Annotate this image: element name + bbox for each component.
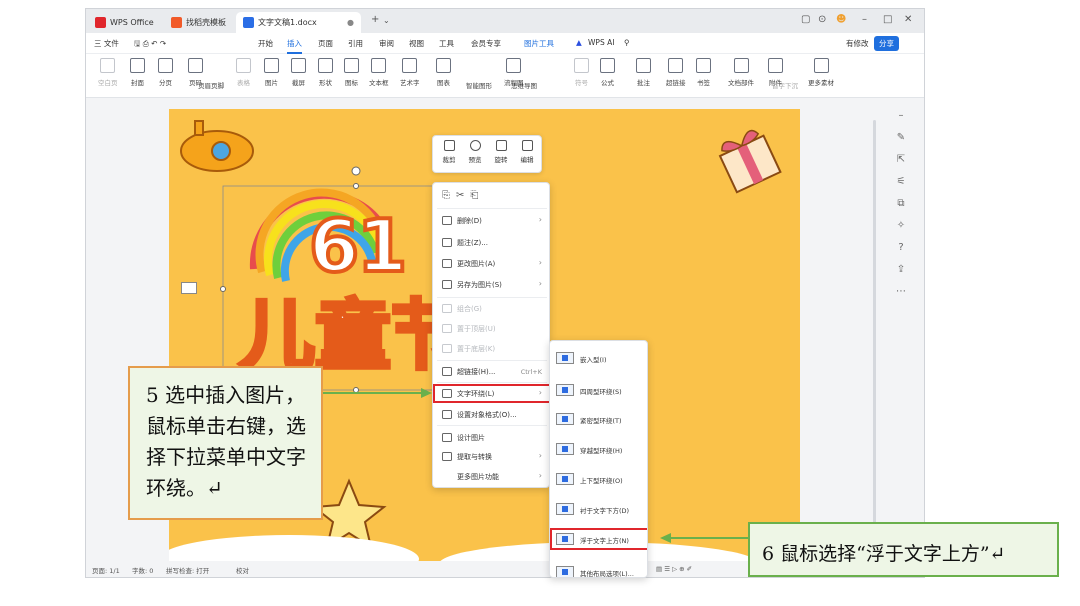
arrow-head-icon (660, 533, 671, 543)
callout-step6: 6 鼠标选择“浮于文字上方”↵ (748, 522, 1059, 577)
callout-step5: 5 选中插入图片，鼠标单击右键，选择下拉菜单中文字环绕。↵ (128, 366, 323, 520)
arrow-head-icon (421, 388, 432, 398)
